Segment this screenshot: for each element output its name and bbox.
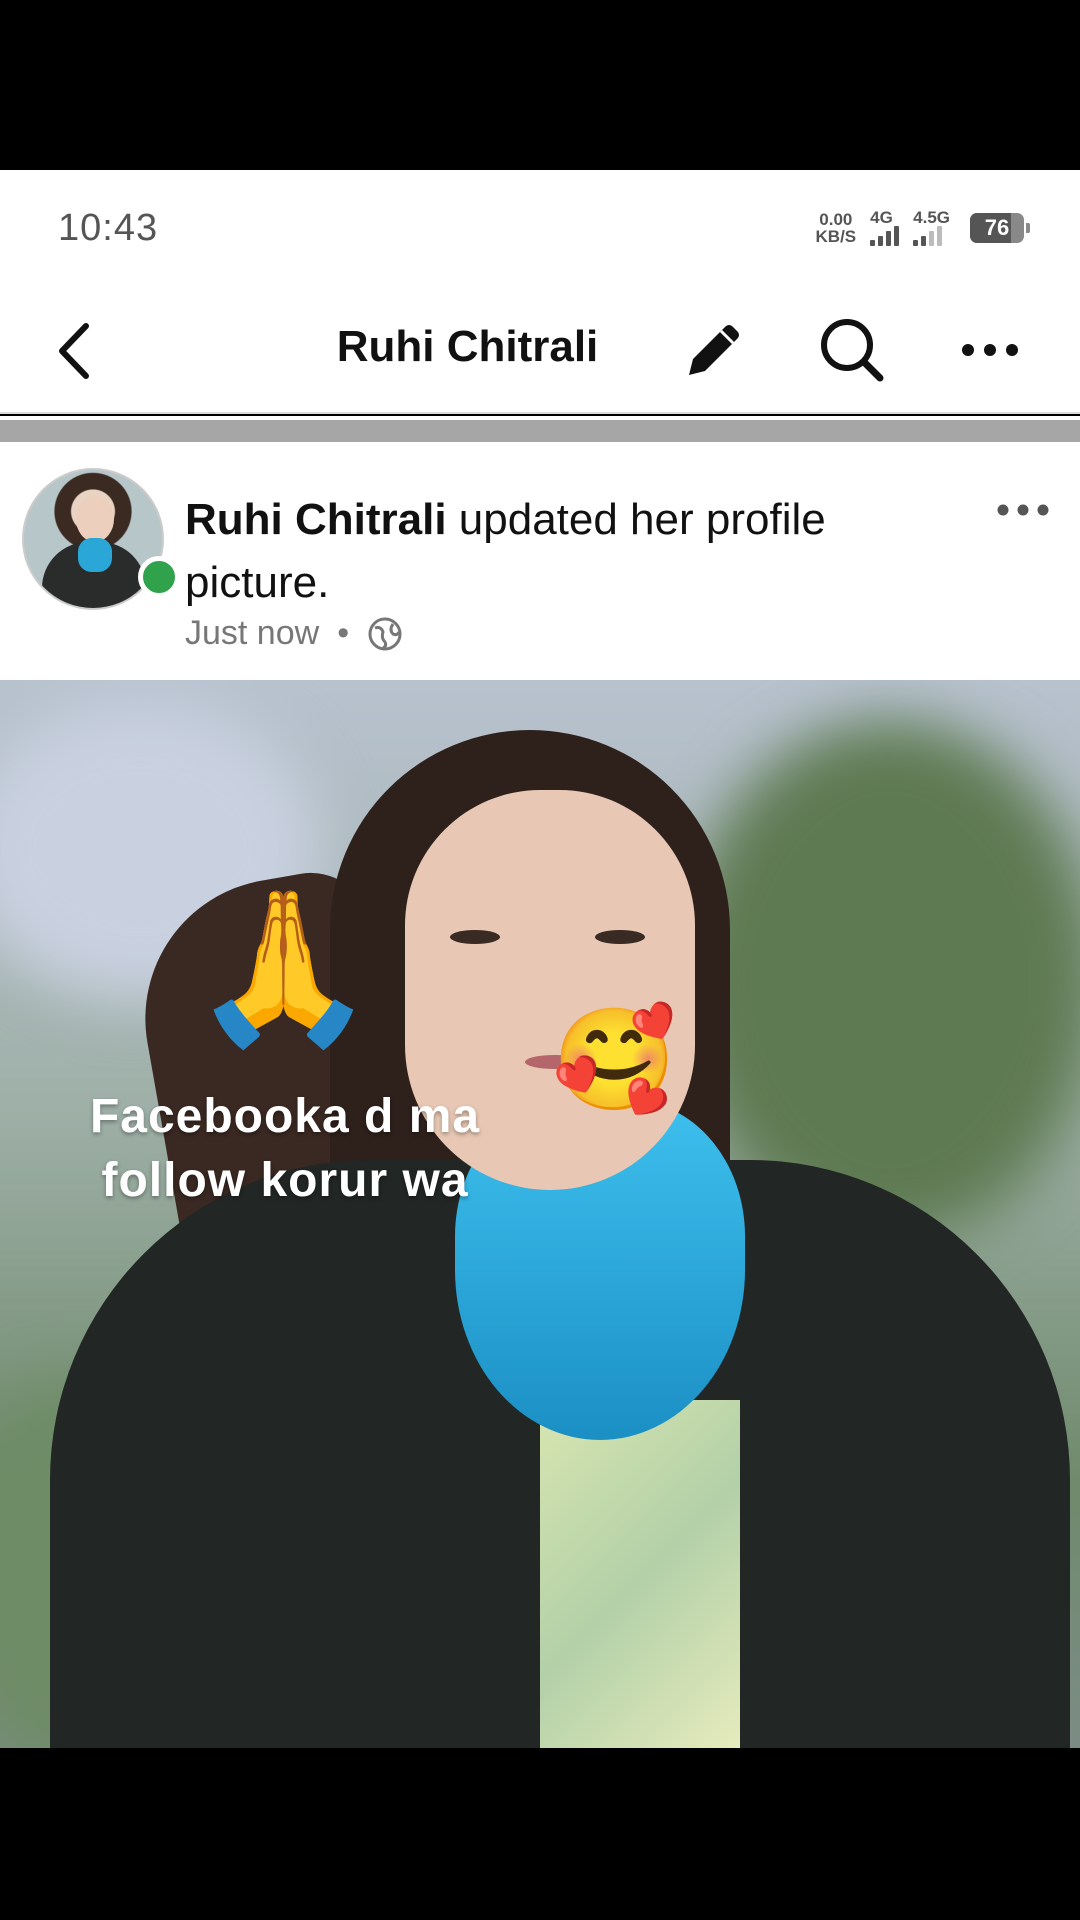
smiling-hearts-emoji: 🥰 [552,1004,677,1116]
battery-icon: 76 [970,213,1030,243]
more-options-button[interactable] [950,310,1030,390]
phone-screen: 10:43 0.00 KB/S 4G 4.5G 76 Ruhi Chitrali… [0,0,1080,1920]
photo-caption: Facebooka d ma follow korur wa [89,1090,481,1207]
battery-percent: 76 [984,215,1010,240]
search-icon [821,319,884,382]
status-bar: 10:43 0.00 KB/S 4G 4.5G 76 [0,170,1080,286]
profile-photo[interactable]: 🙏 🥰 Facebooka d ma follow korur wa [0,680,1080,1748]
status-icons: 0.00 KB/S 4G 4.5G 76 [816,208,1030,246]
signal-bars-icon [870,226,900,246]
network-speed: 0.00 KB/S [816,211,857,245]
pencil-icon [689,325,739,375]
signal-4g-label: 4G [870,208,893,227]
top-navigation: Ruhi Chitrali [0,286,1080,414]
status-time: 10:43 [58,206,159,249]
search-button[interactable] [812,310,892,390]
post-meta: Just now • [185,614,403,653]
edit-button[interactable] [674,310,754,390]
signal-4g: 4G [870,208,900,246]
more-icon [997,504,1049,516]
section-divider [0,416,1080,444]
post-options-button[interactable] [995,500,1065,530]
signal-bars-icon [913,226,943,246]
praying-hands-emoji: 🙏 [190,883,377,1051]
author-name-link[interactable]: Ruhi Chitrali [185,495,447,544]
online-status-indicator [138,556,180,598]
page-title: Ruhi Chitrali [336,322,599,371]
bottom-bar [0,1748,1080,1920]
more-icon [962,344,1018,356]
globe-icon [368,617,402,650]
post-header: Ruhi Chitrali updated her profile pictur… [0,444,1080,680]
network-speed-unit: KB/S [815,227,857,246]
signal-45g: 4.5G [913,208,950,246]
post-timestamp[interactable]: Just now [185,614,319,653]
signal-45g-label: 4.5G [913,208,950,227]
network-speed-value: 0.00 [819,210,853,229]
post-headline: Ruhi Chitrali updated her profile pictur… [185,488,885,614]
meta-separator: • [337,614,350,652]
